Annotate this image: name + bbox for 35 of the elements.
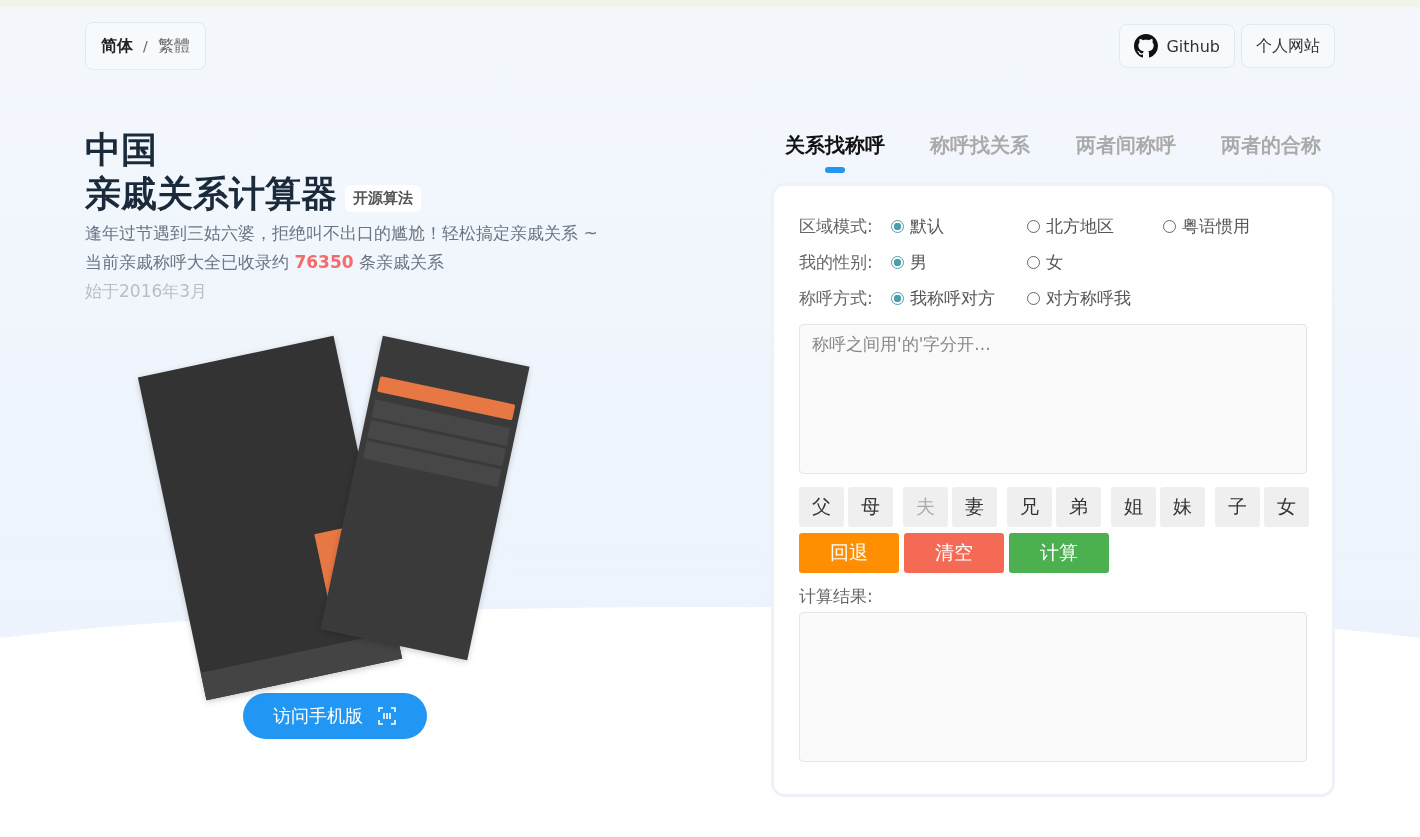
- tab[interactable]: 关系找称呼: [785, 128, 885, 173]
- option-label: 区域模式:: [799, 214, 874, 238]
- key-button[interactable]: 父: [799, 487, 844, 527]
- octocat-icon: [1134, 34, 1159, 58]
- title: 亲戚关系计算器: [85, 172, 337, 216]
- separator: /: [143, 38, 148, 54]
- radio-option[interactable]: 北方地区: [1027, 214, 1163, 238]
- key-button[interactable]: 妻: [952, 487, 997, 527]
- language-link[interactable]: 繁體: [157, 35, 190, 57]
- key-button[interactable]: 弟: [1056, 487, 1101, 527]
- github-button[interactable]: Github: [1119, 24, 1235, 68]
- key-button[interactable]: 母: [848, 487, 893, 527]
- radio-option[interactable]: 我称呼对方: [891, 286, 1027, 310]
- radio-option[interactable]: 默认: [891, 214, 1027, 238]
- radio-option[interactable]: 女: [1027, 250, 1163, 274]
- scan-icon: [377, 706, 397, 726]
- key-button[interactable]: 兄: [1007, 487, 1052, 527]
- input-field[interactable]: 称呼之间用'的'字分开...: [799, 324, 1307, 474]
- key-button[interactable]: 女: [1264, 487, 1309, 527]
- open-source-link[interactable]: 开源算法: [345, 185, 421, 212]
- key-button[interactable]: 妹: [1160, 487, 1205, 527]
- title: 中国: [85, 128, 158, 172]
- tagline: 逢年过节遇到三姑六婆，拒绝叫不出口的尴尬！轻松搞定亲戚关系 ~: [85, 222, 599, 245]
- result-label: 计算结果:: [799, 585, 874, 608]
- radio-option[interactable]: 对方称呼我: [1027, 286, 1163, 310]
- since-date: 始于2016年3月: [85, 280, 209, 303]
- key-button[interactable]: 姐: [1111, 487, 1156, 527]
- radio-option[interactable]: 男: [891, 250, 1027, 274]
- record-count-text: 当前亲戚称呼大全已收录约 76350 条亲戚关系: [85, 251, 445, 274]
- option-label: 我的性别:: [799, 250, 874, 274]
- option-label: 称呼方式:: [799, 286, 874, 310]
- website-button[interactable]: 个人网站: [1241, 24, 1335, 68]
- radio-option[interactable]: 粤语惯用: [1163, 214, 1299, 238]
- key-button[interactable]: 子: [1215, 487, 1260, 527]
- language-link[interactable]: 简体: [101, 35, 133, 57]
